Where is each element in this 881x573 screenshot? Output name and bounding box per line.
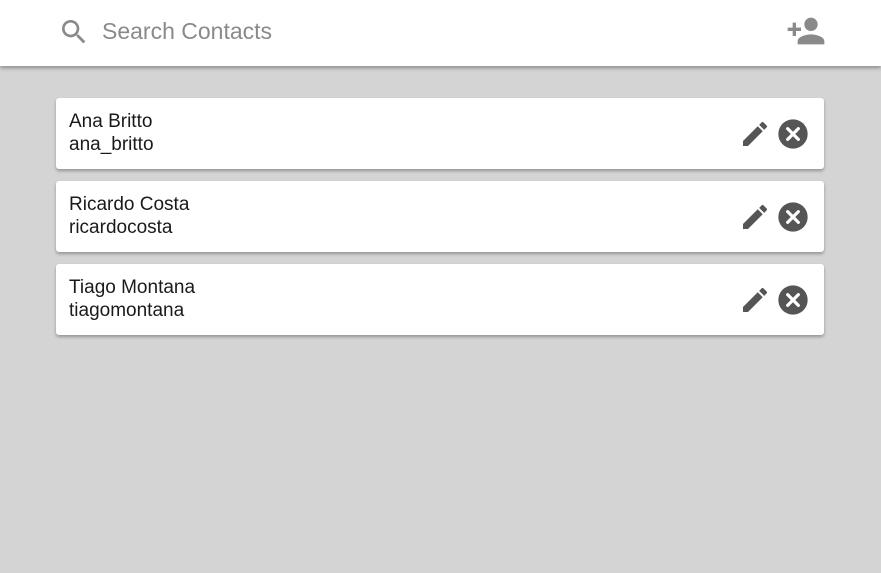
close-circle-icon (778, 202, 808, 232)
contact-card[interactable]: Tiago Montana tiagomontana (56, 264, 824, 335)
contact-card[interactable]: Ana Britto ana_britto (56, 98, 824, 169)
add-user-icon (787, 17, 825, 45)
contact-username: ricardocosta (69, 217, 173, 238)
contact-name: Ana Britto (69, 111, 153, 132)
delete-contact-button[interactable] (777, 284, 809, 316)
close-circle-icon (778, 285, 808, 315)
search-input[interactable] (102, 14, 662, 48)
pencil-icon (743, 204, 768, 229)
edit-contact-button[interactable] (739, 118, 771, 150)
edit-contact-button[interactable] (739, 284, 771, 316)
contact-list: Ana Britto ana_britto Ricardo Costa rica… (56, 98, 824, 347)
contact-name: Tiago Montana (69, 277, 196, 298)
pencil-icon (743, 287, 768, 312)
contact-name: Ricardo Costa (69, 194, 190, 215)
delete-contact-button[interactable] (777, 118, 809, 150)
pencil-icon (743, 121, 768, 146)
edit-contact-button[interactable] (739, 201, 771, 233)
contact-card[interactable]: Ricardo Costa ricardocosta (56, 181, 824, 252)
contact-username: ana_britto (69, 134, 154, 155)
delete-contact-button[interactable] (777, 201, 809, 233)
close-circle-icon (778, 119, 808, 149)
contact-username: tiagomontana (69, 300, 185, 321)
add-contact-button[interactable] (786, 14, 826, 48)
search-icon (58, 16, 90, 48)
top-bar (0, 0, 881, 66)
